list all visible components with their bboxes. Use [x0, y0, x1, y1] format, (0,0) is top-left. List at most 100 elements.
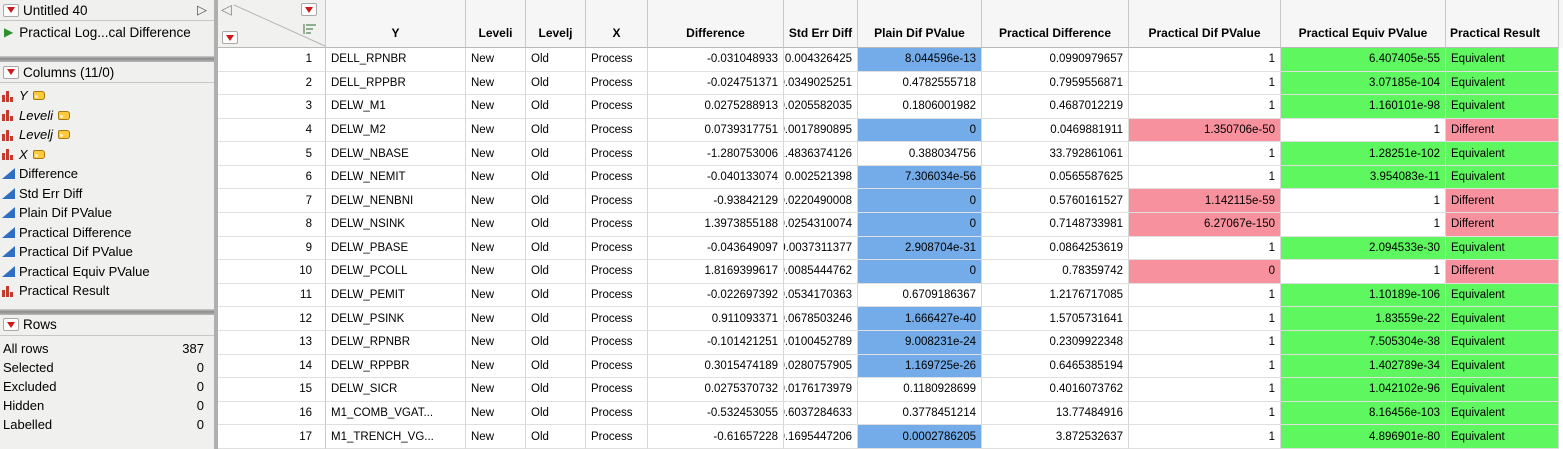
table-cell[interactable]: New: [466, 236, 526, 261]
rows-menu-icon[interactable]: [3, 318, 19, 331]
table-cell[interactable]: New: [466, 354, 526, 379]
table-cell[interactable]: DELW_NENBNI: [326, 189, 466, 214]
table-cell[interactable]: 0.0990979657: [982, 48, 1129, 72]
table-cell[interactable]: Process: [586, 425, 648, 449]
table-cell[interactable]: 0.0220490008: [784, 189, 858, 214]
columns-list-item[interactable]: Practical Equiv PValue: [2, 262, 214, 282]
table-cell[interactable]: 0.0037311377: [784, 236, 858, 261]
table-cell[interactable]: DELW_NBASE: [326, 142, 466, 166]
table-cell[interactable]: Process: [586, 189, 648, 214]
rows-stat-labelled[interactable]: Labelled 0: [0, 415, 214, 434]
table-cell[interactable]: 6.407405e-55: [1281, 48, 1446, 72]
table-cell[interactable]: Process: [586, 260, 648, 284]
table-cell[interactable]: Old: [526, 425, 586, 449]
table-cell[interactable]: New: [466, 330, 526, 355]
table-cell[interactable]: New: [466, 425, 526, 449]
table-cell[interactable]: Old: [526, 354, 586, 379]
table-cell[interactable]: Old: [526, 378, 586, 402]
table-cell[interactable]: Equivalent: [1446, 307, 1559, 331]
table-cell[interactable]: -0.040133074: [648, 165, 784, 190]
row-number-cell[interactable]: 11: [218, 283, 326, 308]
table-cell[interactable]: 1: [1129, 330, 1281, 355]
table-cell[interactable]: 1.8169399617: [648, 260, 784, 284]
table-cell[interactable]: DELW_M1: [326, 95, 466, 119]
table-cell[interactable]: 3.954083e-11: [1281, 165, 1446, 190]
table-cell[interactable]: 1.10189e-106: [1281, 283, 1446, 308]
table-cell[interactable]: 7.505304e-38: [1281, 330, 1446, 355]
table-cell[interactable]: Old: [526, 71, 586, 96]
table-cell[interactable]: New: [466, 378, 526, 402]
table-cell[interactable]: 1.4836374126: [784, 142, 858, 166]
table-cell[interactable]: 0.0280757905: [784, 354, 858, 379]
row-number-cell[interactable]: 10: [218, 260, 326, 284]
table-cell[interactable]: New: [466, 71, 526, 96]
columns-list-item[interactable]: Std Err Diff: [2, 184, 214, 204]
table-cell[interactable]: 1: [1129, 378, 1281, 402]
table-cell[interactable]: Process: [586, 401, 648, 426]
table-cell[interactable]: 0.911093371: [648, 307, 784, 331]
table-cell[interactable]: 0.7959556871: [982, 71, 1129, 96]
row-number-cell[interactable]: 2: [218, 71, 326, 96]
table-cell[interactable]: 1.402789e-34: [1281, 354, 1446, 379]
table-script-item[interactable]: ▶ Practical Log...cal Difference: [0, 21, 214, 43]
table-cell[interactable]: New: [466, 307, 526, 331]
table-cell[interactable]: 0.4782555718: [858, 71, 982, 96]
table-cell[interactable]: DELW_RPPBR: [326, 354, 466, 379]
table-cell[interactable]: New: [466, 165, 526, 190]
column-header-levelj[interactable]: Levelj: [526, 0, 586, 48]
table-cell[interactable]: M1_COMB_VGAT...: [326, 401, 466, 426]
run-script-icon[interactable]: ▶: [4, 25, 13, 39]
table-cell[interactable]: Different: [1446, 260, 1559, 284]
table-cell[interactable]: 0.0017890895: [784, 118, 858, 143]
table-cell[interactable]: New: [466, 48, 526, 72]
table-cell[interactable]: 8.044596e-13: [858, 48, 982, 72]
table-cell[interactable]: -0.61657228: [648, 425, 784, 449]
table-cell[interactable]: Old: [526, 118, 586, 143]
table-cell[interactable]: 1: [1129, 354, 1281, 379]
table-cell[interactable]: 1: [1129, 71, 1281, 96]
table-cell[interactable]: -0.93842129: [648, 189, 784, 214]
row-number-cell[interactable]: 5: [218, 142, 326, 166]
table-cell[interactable]: 1: [1129, 165, 1281, 190]
table-cell[interactable]: Old: [526, 236, 586, 261]
table-cell[interactable]: 1: [1129, 236, 1281, 261]
table-cell[interactable]: 1: [1281, 260, 1446, 284]
column-header-std-err-diff[interactable]: Std Err Diff: [784, 0, 858, 48]
table-cell[interactable]: Process: [586, 330, 648, 355]
table-cell[interactable]: -1.280753006: [648, 142, 784, 166]
row-number-cell[interactable]: 15: [218, 378, 326, 402]
table-cell[interactable]: 1: [1129, 48, 1281, 72]
rows-stat-hidden[interactable]: Hidden 0: [0, 396, 214, 415]
table-cell[interactable]: 0.1695447206: [784, 425, 858, 449]
table-cell[interactable]: 0.78359742: [982, 260, 1129, 284]
table-cell[interactable]: 0.2309922348: [982, 330, 1129, 355]
table-cell[interactable]: DELW_PCOLL: [326, 260, 466, 284]
table-cell[interactable]: DELW_PBASE: [326, 236, 466, 261]
table-cell[interactable]: 0.6037284633: [784, 401, 858, 426]
row-number-cell[interactable]: 17: [218, 425, 326, 449]
table-cell[interactable]: Equivalent: [1446, 283, 1559, 308]
table-cell[interactable]: 0.3015474189: [648, 354, 784, 379]
columns-list-item[interactable]: X: [2, 145, 214, 165]
table-cell[interactable]: 0.7148733981: [982, 213, 1129, 237]
table-cell[interactable]: Process: [586, 283, 648, 308]
table-cell[interactable]: 0.0864253619: [982, 236, 1129, 261]
column-header-x[interactable]: X: [586, 0, 648, 48]
table-cell[interactable]: 1.169725e-26: [858, 354, 982, 379]
table-cell[interactable]: New: [466, 189, 526, 214]
table-cell[interactable]: Process: [586, 95, 648, 119]
table-cell[interactable]: 0.0275370732: [648, 378, 784, 402]
table-cell[interactable]: Old: [526, 189, 586, 214]
row-number-cell[interactable]: 13: [218, 330, 326, 355]
table-cell[interactable]: Process: [586, 71, 648, 96]
table-cell[interactable]: 1: [1129, 142, 1281, 166]
table-cell[interactable]: Process: [586, 118, 648, 143]
table-cell[interactable]: New: [466, 260, 526, 284]
table-cell[interactable]: 1: [1129, 307, 1281, 331]
table-cell[interactable]: 13.77484916: [982, 401, 1129, 426]
table-cell[interactable]: 0.0739317751: [648, 118, 784, 143]
table-cell[interactable]: 0.3778451214: [858, 401, 982, 426]
table-cell[interactable]: Old: [526, 142, 586, 166]
table-cell[interactable]: Process: [586, 142, 648, 166]
table-cell[interactable]: New: [466, 118, 526, 143]
